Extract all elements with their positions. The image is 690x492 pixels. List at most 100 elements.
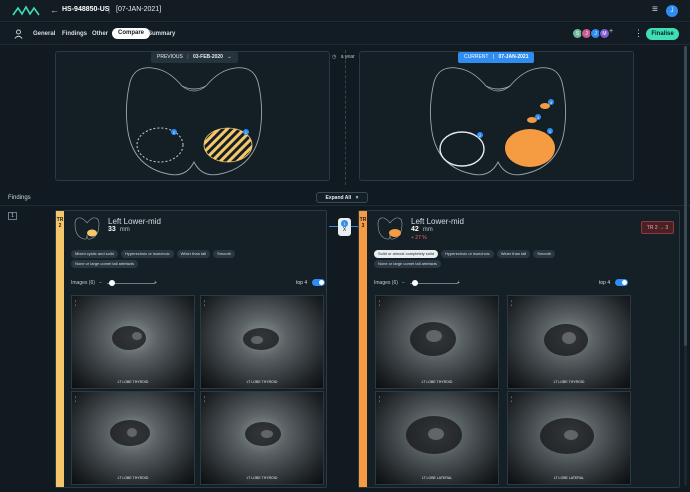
tag-margin: Smooth [533, 250, 556, 258]
previous-thyroid-diagram: 2 1 [125, 67, 263, 176]
previous-finding-card: TR 2 Left Lower-mid 33 mm Mixed cystic an… [55, 210, 327, 488]
finding-link-badge[interactable]: 1 X [338, 218, 351, 236]
tag-row: Solid or almost completely solid Hyperech… [374, 250, 558, 258]
more-avatars-icon[interactable]: + [609, 28, 613, 35]
size-change: + 27 % [411, 235, 427, 241]
tab-compare[interactable]: Compare [112, 28, 151, 39]
ultrasound-image[interactable]: ▪ ▪ LT LOBE THYROID [71, 295, 195, 389]
zoom-out-icon[interactable]: − [402, 280, 405, 288]
image-caption: LT LOBE LATERAL [553, 476, 585, 480]
top-n-toggle[interactable] [615, 279, 628, 286]
image-caption: LT LOBE THYROID [246, 380, 278, 384]
compare-divider [345, 50, 346, 185]
previous-study-selector[interactable]: PREVIOUS | 03-FEB-2020 ⌄ [151, 52, 238, 63]
marker-2-label: 2 [479, 134, 481, 138]
current-nodule-2[interactable] [439, 131, 485, 167]
image-caption: LT LOBE THYROID [553, 380, 585, 384]
tag-shape: Wider than tall [176, 250, 211, 258]
finding-index: 1 [8, 212, 17, 220]
tag-composition: Mixed cystic and solid [71, 250, 118, 258]
interval-text: a year [340, 54, 355, 60]
image-caption: LT LOBE THYROID [421, 380, 453, 384]
user-avatar[interactable]: J [666, 5, 678, 17]
tirads-stripe: TR 2 [56, 211, 64, 487]
expand-all-button[interactable]: Expand All × [316, 192, 368, 203]
zoom-out-icon[interactable]: − [99, 280, 102, 288]
image-caption: LT LOBE LATERAL [421, 476, 453, 480]
image-caption: LT LOBE THYROID [117, 476, 149, 480]
tag-row: None or large comet tail artefacts [374, 260, 444, 268]
thumbnail-thyroid-icon [74, 217, 100, 240]
marker-2-label: 2 [173, 131, 175, 135]
tag-echogenicity: Hyperechoic or isoechoic [120, 250, 174, 258]
tab-summary[interactable]: Summary [148, 29, 175, 40]
findings-title: Findings [8, 195, 31, 201]
finalise-button[interactable]: Finalise [646, 28, 679, 40]
images-count: Images (6) [374, 280, 398, 286]
zoom-slider-handle[interactable] [109, 280, 115, 286]
logo-icon [12, 5, 40, 16]
zoom-slider-handle[interactable] [412, 280, 418, 286]
tab-findings[interactable]: Findings [62, 29, 87, 40]
images-count: Images (6) [71, 280, 95, 286]
ultrasound-image[interactable]: ▪ ▪ LT LOBE LATERAL [507, 391, 631, 485]
current-label: CURRENT [464, 54, 489, 60]
current-diagram-panel: 2 1 3 4 [359, 51, 634, 181]
interval-indicator: ◷ a year [332, 54, 355, 60]
zoom-in-icon[interactable]: + [457, 280, 460, 288]
tag-row: Mixed cystic and solid Hyperechoic or iso… [71, 250, 238, 258]
ultrasound-image[interactable]: ▪ ▪ LT LOBE THYROID [200, 295, 324, 389]
tirads-change-badge: TR 2 → 3 [641, 221, 674, 234]
tag-shape: Wider than tall [496, 250, 531, 258]
current-thyroid-diagram: 2 1 3 4 [429, 67, 567, 176]
zoom-in-icon[interactable]: + [154, 280, 157, 288]
top-n-toggle[interactable] [312, 279, 325, 286]
page-scrollbar-thumb[interactable] [684, 46, 687, 346]
previous-date: 03-FEB-2020 [192, 54, 223, 60]
expand-all-label: Expand All [325, 195, 352, 201]
finding-size: 33 mm [108, 226, 130, 233]
tag-echogenic-foci: None or large comet tail artefacts [71, 260, 138, 268]
current-nodule-1[interactable] [505, 129, 555, 167]
finding-location: Left Lower-mid [411, 217, 464, 226]
marker-1-label: 1 [549, 130, 551, 134]
finding-size: 42 mm [411, 226, 433, 233]
top-n-label: top 4 [599, 280, 611, 286]
previous-diagram-panel: 2 1 [55, 51, 330, 181]
ultrasound-image[interactable]: ▪ ▪ LT LOBE THYROID [375, 295, 499, 389]
tag-composition: Solid or almost completely solid [374, 250, 439, 258]
image-caption: LT LOBE THYROID [246, 476, 278, 480]
tag-echogenic-foci: None or large comet tail artefacts [374, 260, 441, 268]
marker-3-label: 3 [537, 116, 539, 120]
ultrasound-image[interactable]: ▪ ▪ LT LOBE LATERAL [375, 391, 499, 485]
study-date: [07-JAN-2021] [116, 6, 162, 13]
current-finding-card: TR 3 Left Lower-mid 42 mm + 27 % Solid or… [358, 210, 680, 488]
findings-divider [0, 205, 690, 206]
ultrasound-image[interactable]: ▪ ▪ LT LOBE THYROID [200, 391, 324, 485]
tag-row: None or large comet tail artefacts [71, 260, 141, 268]
image-caption: LT LOBE THYROID [117, 380, 149, 384]
more-options-icon[interactable]: ⋮ [634, 28, 643, 39]
hamburger-menu-icon[interactable]: ≡ [652, 5, 658, 15]
back-arrow-icon[interactable]: ← [50, 5, 59, 15]
unlink-icon[interactable]: X [343, 227, 346, 233]
top-n-label: top 4 [296, 280, 308, 286]
current-date: 07-JAN-2021 [498, 54, 529, 60]
nav-bar: General Findings Other Compare Summary S… [0, 23, 690, 45]
expand-icon: × [355, 195, 359, 201]
finding-location: Left Lower-mid [108, 217, 161, 226]
clock-icon: ◷ [332, 54, 337, 60]
patient-id: HS-948850-US [62, 6, 110, 13]
ultrasound-image[interactable]: ▪ ▪ LT LOBE THYROID [507, 295, 631, 389]
tag-margin: Smooth [213, 250, 235, 258]
chevron-down-icon: ⌄ [227, 54, 232, 60]
top-bar: ← HS-948850-US | [07-JAN-2021] ≡ J [0, 0, 690, 22]
marker-1-label: 1 [245, 131, 247, 135]
marker-4-label: 4 [550, 101, 552, 105]
patient-icon[interactable] [14, 29, 23, 39]
ultrasound-image[interactable]: ▪ ▪ LT LOBE THYROID [71, 391, 195, 485]
tirads-stripe: TR 3 [359, 211, 367, 487]
current-nodule-4[interactable] [540, 103, 550, 109]
tab-other[interactable]: Other [92, 29, 108, 40]
tab-general[interactable]: General [33, 29, 55, 40]
